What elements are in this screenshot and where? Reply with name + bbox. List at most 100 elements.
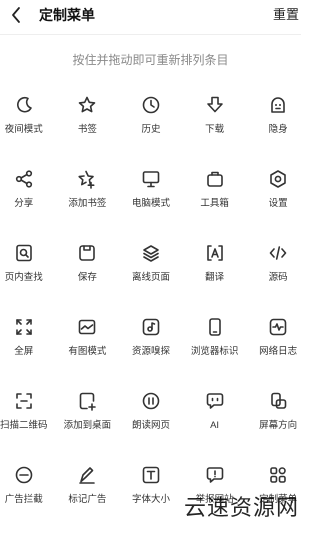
menu-item-label: 保存	[77, 272, 97, 283]
ghost-icon	[267, 94, 289, 116]
menu-row: 页内查找 保存 离线页面 翻译 源码	[0, 238, 301, 312]
reset-button[interactable]: 重置	[273, 6, 299, 24]
menu-row: 分享 添加书签 电脑模式 工具箱 设置	[0, 164, 301, 238]
toolbox-icon	[204, 168, 226, 190]
code-icon	[267, 242, 289, 264]
hexagon-gear-icon	[267, 168, 289, 190]
menu-item-label: 夜间模式	[4, 124, 43, 135]
music-note-icon	[140, 316, 162, 338]
menu-item-label: 分享	[14, 198, 34, 209]
text-size-icon	[140, 464, 162, 486]
menu-item-download[interactable]: 下载	[183, 90, 247, 164]
menu-item-label: 扫描二维码	[0, 420, 48, 431]
menu-item-qrscan[interactable]: 扫描二维码	[0, 386, 56, 460]
menu-item-add-bookmark[interactable]: 添加书签	[56, 164, 120, 238]
back-button[interactable]	[6, 4, 28, 26]
image-icon	[76, 316, 98, 338]
menu-item-label: AI	[210, 420, 220, 431]
menu-item-toolbox[interactable]: 工具箱	[183, 164, 247, 238]
menu-item-fullscreen[interactable]: 全屏	[0, 312, 56, 386]
share-icon	[13, 168, 35, 190]
menu-item-label: 电脑模式	[131, 198, 170, 209]
menu-item-night[interactable]: 夜间模式	[0, 90, 56, 164]
menu-item-desktop[interactable]: 电脑模式	[119, 164, 183, 238]
menu-item-label: 隐身	[268, 124, 288, 135]
save-icon	[76, 242, 98, 264]
chat-bubble-icon	[204, 390, 226, 412]
grid-icon	[267, 464, 289, 486]
translate-icon	[204, 242, 226, 264]
menu-item-settings[interactable]: 设置	[246, 164, 310, 238]
menu-item-images[interactable]: 有图模式	[56, 312, 120, 386]
drag-hint: 按住并拖动即可重新排列条目	[72, 53, 229, 67]
menu-item-label: 书签	[77, 124, 97, 135]
watermark: 云速资源网	[183, 496, 299, 521]
menu-row: 夜间模式 书签 历史 下载 隐身	[0, 90, 301, 164]
menu-item-label: 标记广告	[68, 494, 107, 505]
menu-item-offline[interactable]: 离线页面	[119, 238, 183, 312]
menu-item-find[interactable]: 页内查找	[0, 238, 56, 312]
menu-item-label: 朗读网页	[131, 420, 170, 431]
download-arrow-icon	[204, 94, 226, 116]
menu-item-rotate[interactable]: 屏幕方向	[246, 386, 310, 460]
top-bar: 定制菜单 重置	[0, 0, 301, 32]
layers-icon	[140, 242, 162, 264]
menu-item-label: 源码	[268, 272, 288, 283]
menu-item-label: 添加书签	[68, 198, 107, 209]
chevron-left-icon	[12, 7, 20, 23]
menu-row: 全屏 有图模式 资源嗅探 浏览器标识 网络日志	[0, 312, 301, 386]
find-in-page-icon	[13, 242, 35, 264]
menu-item-label: 广告拦截	[4, 494, 43, 505]
menu-item-shortcut[interactable]: 添加到桌面	[56, 386, 120, 460]
pause-circle-icon	[140, 390, 162, 412]
menu-item-source[interactable]: 源码	[246, 238, 310, 312]
page-title: 定制菜单	[39, 7, 95, 23]
menu-item-history[interactable]: 历史	[119, 90, 183, 164]
menu-item-read[interactable]: 朗读网页	[119, 386, 183, 460]
menu-item-label: 下载	[205, 124, 225, 135]
menu-item-bookmarks[interactable]: 书签	[56, 90, 120, 164]
scan-icon	[13, 390, 35, 412]
menu-row: 扫描二维码 添加到桌面 朗读网页 AI 屏幕方向	[0, 386, 301, 460]
menu-item-label: 资源嗅探	[131, 346, 170, 357]
menu-item-ua[interactable]: 浏览器标识	[183, 312, 247, 386]
menu-item-label: 全屏	[14, 346, 34, 357]
menu-item-label: 工具箱	[200, 198, 229, 209]
block-icon	[13, 464, 35, 486]
menu-item-label: 字体大小	[131, 494, 170, 505]
header-divider	[0, 34, 301, 35]
rotate-icon	[267, 390, 289, 412]
menu-item-save[interactable]: 保存	[56, 238, 120, 312]
fullscreen-icon	[13, 316, 35, 338]
star-icon	[76, 94, 98, 116]
menu-item-translate[interactable]: 翻译	[183, 238, 247, 312]
pen-icon	[76, 464, 98, 486]
menu-item-label: 网络日志	[259, 346, 298, 357]
menu-item-label: 添加到桌面	[63, 420, 112, 431]
menu-item-adblock[interactable]: 广告拦截	[0, 460, 56, 534]
menu-item-label: 有图模式	[68, 346, 107, 357]
menu-item-sniff[interactable]: 资源嗅探	[119, 312, 183, 386]
star-plus-icon	[76, 168, 98, 190]
pulse-icon	[267, 316, 289, 338]
menu-item-label: 页内查找	[4, 272, 43, 283]
menu-item-label: 历史	[141, 124, 161, 135]
menu-item-fontsize[interactable]: 字体大小	[119, 460, 183, 534]
menu-item-mark-ad[interactable]: 标记广告	[56, 460, 120, 534]
menu-item-label: 浏览器标识	[190, 346, 239, 357]
menu-item-label: 设置	[268, 198, 288, 209]
menu-grid: 夜间模式 书签 历史 下载 隐身分享 添加书签 电脑模式 工具箱 设置页内查找 保存 离线页面 翻译 源…	[0, 90, 301, 534]
moon-icon	[13, 94, 35, 116]
menu-item-label: 翻译	[205, 272, 225, 283]
menu-item-label: 离线页面	[131, 272, 170, 283]
add-to-home-icon	[76, 390, 98, 412]
menu-item-netlog[interactable]: 网络日志	[246, 312, 310, 386]
menu-item-ai[interactable]: AI	[183, 386, 247, 460]
report-icon	[204, 464, 226, 486]
clock-icon	[140, 94, 162, 116]
menu-item-share[interactable]: 分享	[0, 164, 56, 238]
menu-item-label: 屏幕方向	[259, 420, 298, 431]
phone-icon	[204, 316, 226, 338]
menu-item-incognito[interactable]: 隐身	[246, 90, 310, 164]
monitor-icon	[140, 168, 162, 190]
